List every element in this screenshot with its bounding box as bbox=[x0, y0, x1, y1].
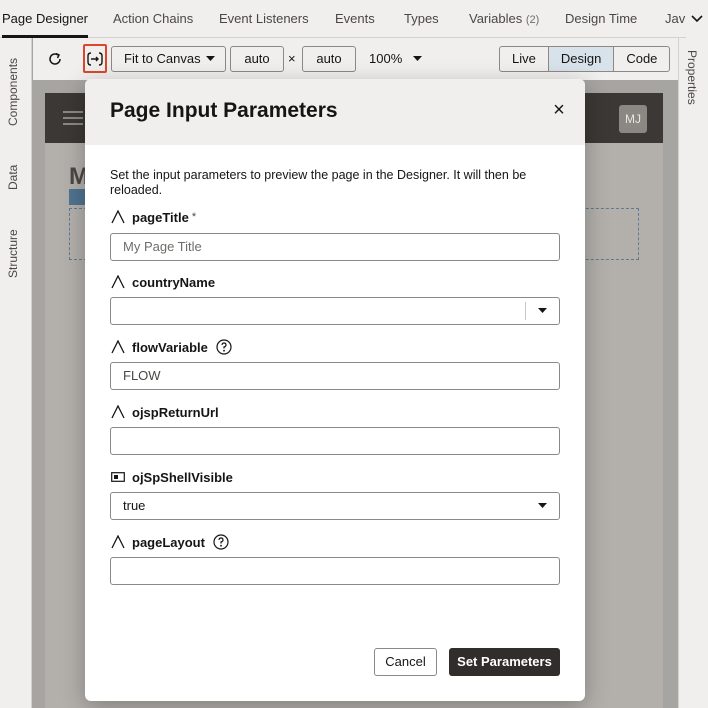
page-input-parameters-dialog: Page Input Parameters × Set the input pa… bbox=[85, 79, 585, 701]
input-parameters-icon bbox=[87, 52, 103, 66]
canvas-height-input[interactable]: auto bbox=[302, 46, 356, 72]
rail-tab-properties[interactable]: Properties bbox=[685, 50, 699, 105]
field-label-flow-variable: flowVariable bbox=[110, 338, 232, 356]
left-side-rail: Components Data Structure bbox=[0, 38, 32, 708]
label-text: ojSpShellVisible bbox=[132, 469, 233, 485]
rail-tab-structure[interactable]: Structure bbox=[6, 229, 20, 278]
oj-sp-shell-visible-select[interactable]: true bbox=[110, 492, 560, 520]
required-marker: * bbox=[191, 211, 197, 223]
fit-to-canvas-dropdown[interactable]: Fit to Canvas bbox=[111, 46, 226, 72]
help-icon[interactable] bbox=[213, 534, 229, 550]
page-layout-input[interactable] bbox=[110, 557, 560, 585]
zoom-dropdown[interactable]: 100% bbox=[369, 46, 429, 72]
page-input-parameters-button[interactable] bbox=[83, 44, 107, 73]
field-label-oj-sp-shell-visible: ojSpShellVisible bbox=[110, 468, 233, 486]
tab-event-listeners[interactable]: Event Listeners bbox=[219, 0, 309, 38]
caret-down-icon bbox=[537, 503, 547, 508]
string-type-icon bbox=[110, 274, 126, 290]
flow-variable-input[interactable]: FLOW bbox=[110, 362, 560, 390]
refresh-icon[interactable] bbox=[47, 51, 63, 67]
tab-label: Jav bbox=[665, 11, 686, 26]
fit-to-canvas-label: Fit to Canvas bbox=[124, 51, 201, 66]
field-label-country-name: countryName bbox=[110, 273, 215, 291]
tab-action-chains[interactable]: Action Chains bbox=[113, 0, 193, 38]
tab-label: Variables bbox=[469, 11, 523, 26]
string-type-icon bbox=[110, 404, 126, 420]
rail-tab-components[interactable]: Components bbox=[6, 58, 20, 126]
field-label-page-layout: pageLayout bbox=[110, 533, 229, 551]
tab-label: Types bbox=[404, 11, 439, 26]
field-label-ojsp-return-url: ojspReturnUrl bbox=[110, 403, 219, 421]
dropdown-toggle[interactable] bbox=[525, 493, 559, 519]
tab-variables[interactable]: Variables (2) bbox=[469, 0, 539, 38]
rail-tab-data[interactable]: Data bbox=[6, 165, 20, 190]
label-text: countryName bbox=[132, 274, 216, 290]
tab-design-time[interactable]: Design Time bbox=[565, 0, 637, 38]
set-parameters-button[interactable]: Set Parameters bbox=[449, 648, 560, 676]
dropdown-toggle[interactable] bbox=[525, 298, 559, 324]
label-text: flowVariable bbox=[132, 339, 208, 355]
canvas-width-input[interactable]: auto bbox=[230, 46, 284, 72]
string-type-icon bbox=[110, 339, 126, 355]
tab-label: Events bbox=[335, 11, 375, 26]
view-mode-switch: Live Design Code bbox=[499, 46, 671, 72]
top-tab-bar: Page Designer Action Chains Event Listen… bbox=[0, 0, 708, 38]
caret-down-icon bbox=[413, 56, 422, 61]
label-text: pageLayout bbox=[132, 534, 205, 550]
dialog-description: Set the input parameters to preview the … bbox=[110, 168, 527, 197]
hamburger-menu-icon bbox=[63, 111, 83, 125]
field-label-page-title: pageTitle * bbox=[110, 208, 196, 226]
label-text: pageTitle bbox=[132, 209, 189, 225]
select-value: true bbox=[123, 498, 146, 513]
label-text: ojspReturnUrl bbox=[132, 404, 219, 420]
caret-down-icon bbox=[206, 56, 215, 61]
tab-types[interactable]: Types bbox=[404, 0, 439, 38]
dialog-title: Page Input Parameters bbox=[110, 99, 338, 122]
tab-overflow-chevron-icon[interactable] bbox=[686, 0, 708, 38]
mode-code-button[interactable]: Code bbox=[614, 47, 669, 71]
close-icon[interactable]: × bbox=[549, 100, 569, 120]
boolean-type-icon bbox=[110, 469, 126, 485]
height-value: auto bbox=[316, 51, 342, 66]
tab-label: Design Time bbox=[565, 11, 638, 26]
dialog-header: Page Input Parameters × bbox=[85, 79, 585, 145]
tab-count-badge: (2) bbox=[525, 14, 540, 26]
avatar: MJ bbox=[619, 105, 647, 133]
width-value: auto bbox=[244, 51, 270, 66]
page-title-input[interactable]: My Page Title bbox=[110, 233, 560, 261]
zoom-value: 100% bbox=[369, 51, 403, 66]
help-icon[interactable] bbox=[216, 339, 232, 355]
caret-down-icon bbox=[537, 308, 547, 313]
right-side-rail: Properties bbox=[678, 38, 708, 708]
string-type-icon bbox=[110, 534, 126, 550]
tab-label: Event Listeners bbox=[219, 11, 309, 26]
country-name-combobox[interactable] bbox=[110, 297, 560, 325]
string-type-icon bbox=[110, 209, 126, 225]
ojsp-return-url-input[interactable] bbox=[110, 427, 560, 455]
tab-label: Action Chains bbox=[113, 11, 194, 26]
cancel-button[interactable]: Cancel bbox=[374, 648, 437, 676]
designer-toolbar: Fit to Canvas auto × auto 100% Live Desi… bbox=[33, 38, 678, 80]
tab-label: Page Designer bbox=[2, 11, 88, 26]
tab-events[interactable]: Events bbox=[335, 0, 375, 38]
mode-live-button[interactable]: Live bbox=[500, 47, 549, 71]
tab-javascript[interactable]: Jav bbox=[665, 0, 685, 38]
input-value: FLOW bbox=[123, 368, 161, 383]
tab-page-designer[interactable]: Page Designer bbox=[2, 0, 88, 38]
mode-design-button[interactable]: Design bbox=[548, 47, 615, 71]
input-placeholder: My Page Title bbox=[123, 239, 202, 254]
times-separator: × bbox=[288, 51, 296, 66]
